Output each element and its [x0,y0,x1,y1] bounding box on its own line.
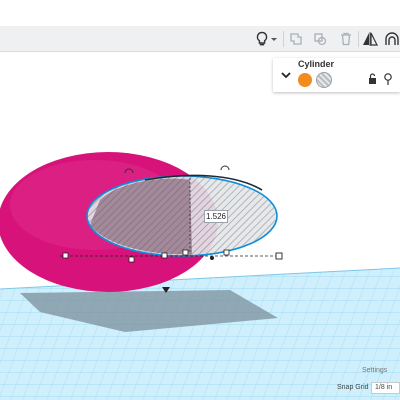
group-icon [385,32,399,45]
workplane-grid [0,268,400,400]
mirror-button[interactable] [361,26,379,52]
copy-button[interactable] [287,26,305,52]
scale-handle[interactable] [275,252,283,260]
scale-handle[interactable] [62,252,69,259]
height-handle[interactable] [210,256,214,260]
scale-handle[interactable] [161,252,168,259]
chevron-down-icon[interactable] [279,68,293,82]
chevron-down-icon [271,38,277,41]
scale-handle[interactable] [128,256,135,263]
group-button[interactable] [383,26,400,52]
lightbulb-icon [256,31,268,46]
scale-handle[interactable] [223,249,230,256]
copy-icon [290,33,302,45]
lock-icon[interactable] [369,73,376,84]
snap-grid-label: Snap Grid [337,384,369,391]
scale-handle[interactable] [182,249,189,256]
panel-actions [369,73,392,85]
dimension-input[interactable]: 1.526 [204,210,228,223]
settings-button[interactable]: Settings [362,365,400,377]
toolbar-divider [358,31,359,47]
shape-panel-title: Cylinder [298,59,335,69]
lightbulb-button[interactable] [254,26,278,52]
shape-panel: Cylinder [273,58,400,92]
hole-swatch[interactable] [316,72,332,88]
light-icon[interactable] [384,73,392,85]
solid-color-swatch[interactable] [298,73,312,87]
delete-icon [341,32,351,46]
3d-viewport[interactable] [0,52,400,400]
delete-button[interactable] [337,26,355,52]
duplicate-icon [314,33,327,46]
toolbar-divider [283,31,284,47]
mirror-icon [363,32,378,46]
top-strip [0,0,400,26]
edit-toolbar [0,26,400,52]
duplicate-button[interactable] [311,26,329,52]
rotate-handle-icon[interactable] [220,165,230,171]
snap-grid-select[interactable]: 1/8 in [371,382,400,394]
